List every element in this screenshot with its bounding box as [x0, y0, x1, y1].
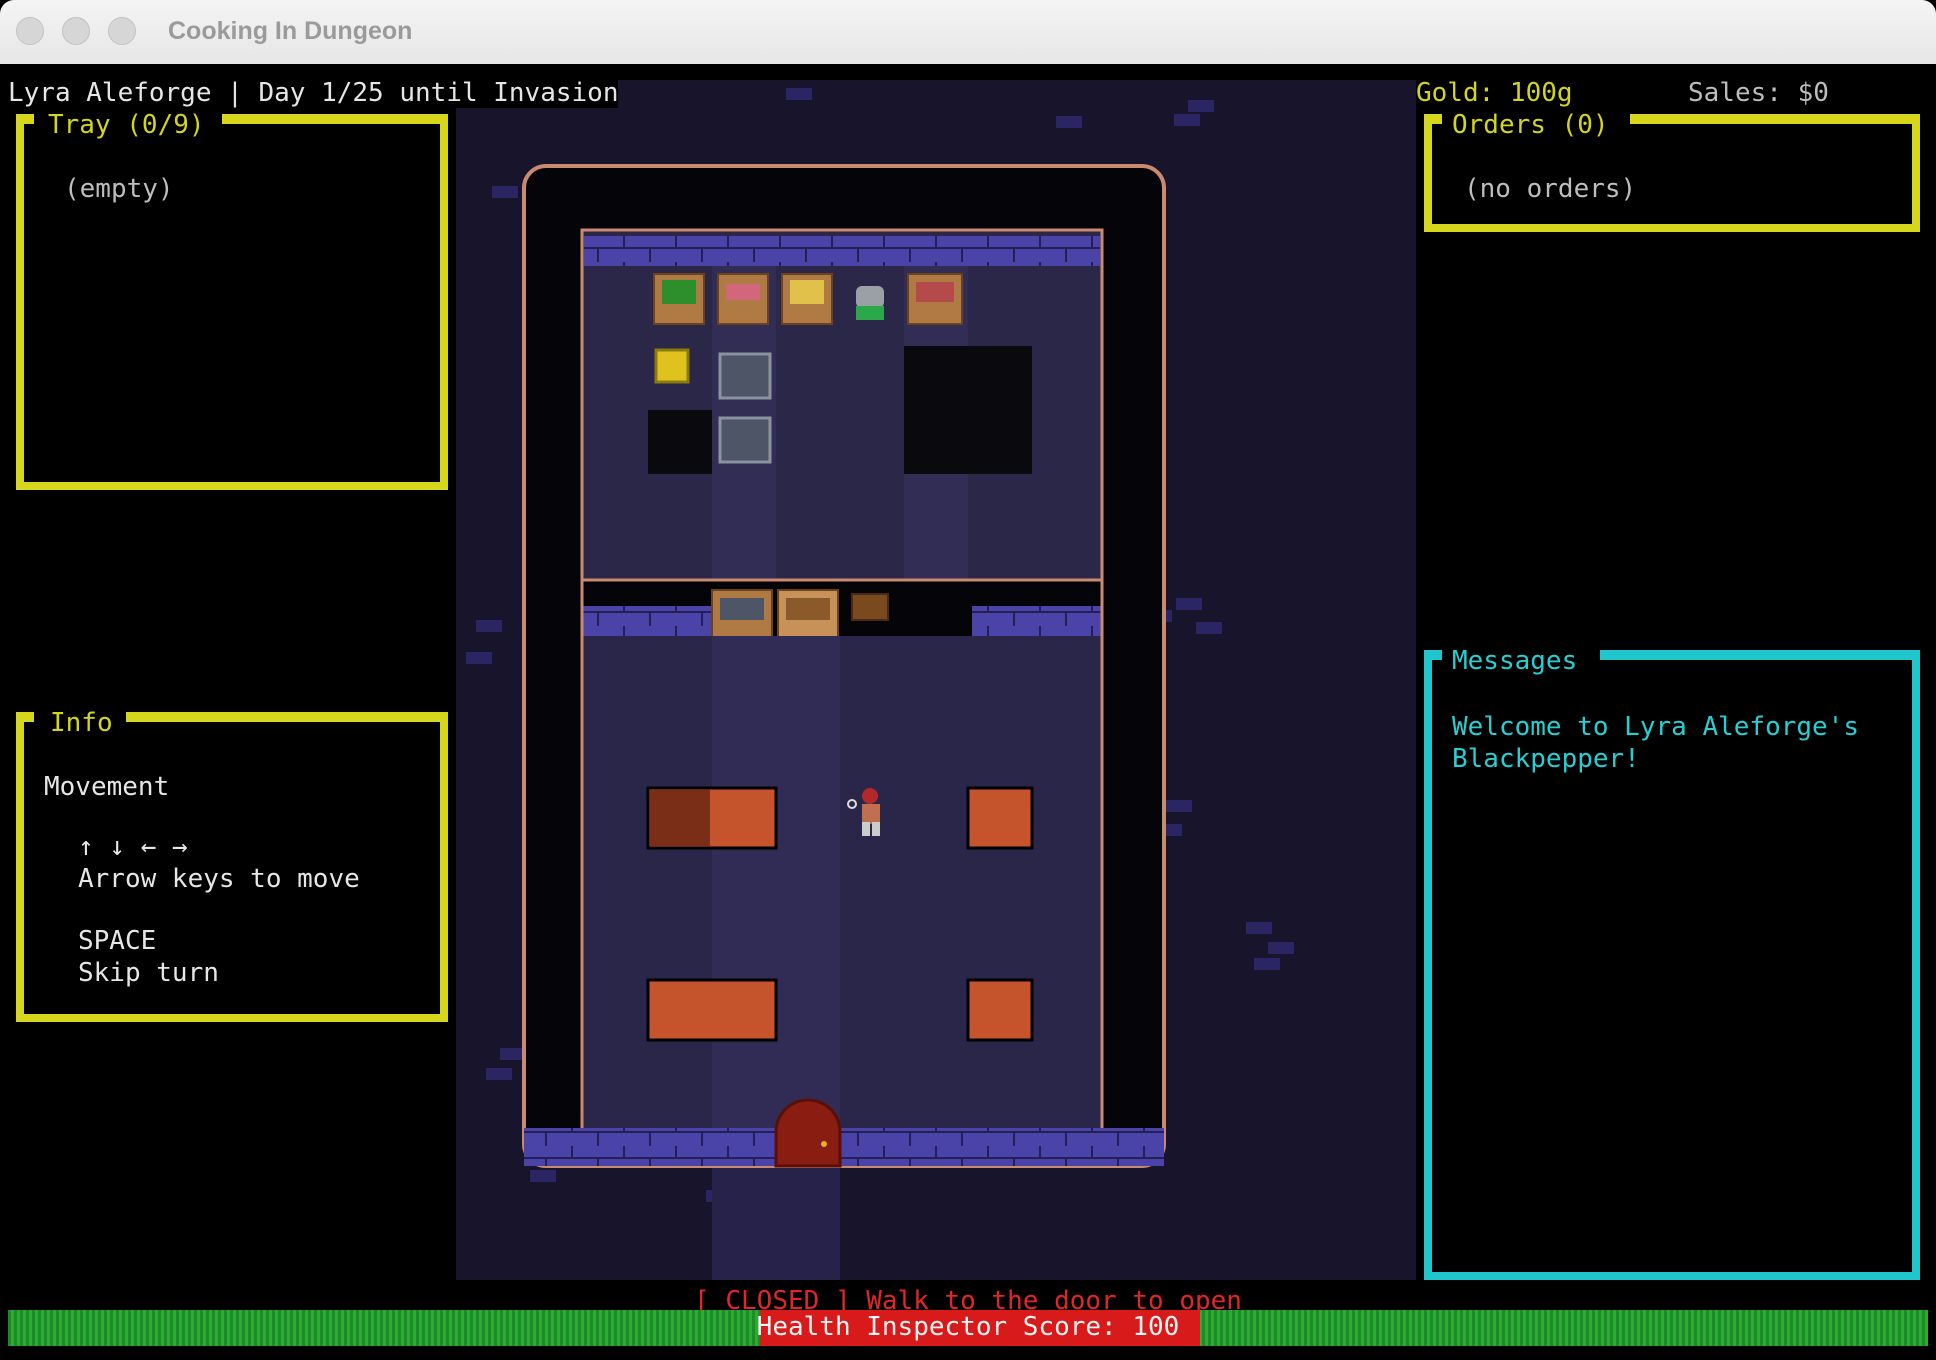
game-viewport: Lyra Aleforge | Day 1/25 until Invasion …: [0, 64, 1936, 1360]
dungeon-map: [456, 80, 1416, 1280]
minimize-window-button[interactable]: [62, 17, 90, 45]
close-window-button[interactable]: [16, 17, 44, 45]
sales-counter: Sales: $0: [1688, 78, 1829, 108]
info-heading: Movement: [44, 772, 170, 802]
messages-title: Messages: [1446, 646, 1584, 676]
health-inspector-bar: Health Inspector Score: 100: [8, 1310, 1928, 1346]
status-line: Lyra Aleforge | Day 1/25 until Invasion: [8, 78, 619, 108]
chest-of-meat: [717, 273, 769, 325]
orders-title: Orders (0): [1446, 110, 1615, 140]
chest-of-fish: [907, 273, 963, 325]
message-line-1: Welcome to Lyra Aleforge's: [1452, 712, 1859, 742]
space-help-text: Skip turn: [78, 958, 219, 988]
chest-of-greens: [653, 273, 705, 325]
tray-content: (empty): [64, 174, 174, 204]
orders-panel: Orders (0) (no orders): [1424, 110, 1920, 232]
gold-counter: Gold: 100g: [1416, 78, 1573, 108]
window-titlebar: Cooking In Dungeon: [0, 0, 1936, 65]
arched-door: [774, 1098, 842, 1168]
move-help-text: Arrow keys to move: [78, 864, 360, 894]
zoom-window-button[interactable]: [108, 17, 136, 45]
info-panel: Info Movement ↑ ↓ ← → Arrow keys to move…: [16, 708, 448, 1022]
space-key-label: SPACE: [78, 926, 157, 956]
message-line-2: Blackpepper!: [1452, 744, 1640, 774]
health-inspector-label: Health Inspector Score: 100: [756, 1312, 1180, 1342]
orders-content: (no orders): [1464, 174, 1637, 204]
cooking-pot: [856, 286, 884, 320]
tray-title: Tray (0/9): [42, 110, 211, 140]
info-title: Info: [44, 708, 119, 738]
messages-panel: Messages Welcome to Lyra Aleforge's Blac…: [1424, 646, 1920, 1280]
tray-panel: Tray (0/9) (empty): [16, 110, 448, 490]
map-canvas: [466, 88, 1294, 1280]
arrow-keys-label: ↑ ↓ ← →: [78, 832, 188, 862]
chest-of-bread: [781, 273, 833, 325]
window-title: Cooking In Dungeon: [168, 17, 413, 45]
